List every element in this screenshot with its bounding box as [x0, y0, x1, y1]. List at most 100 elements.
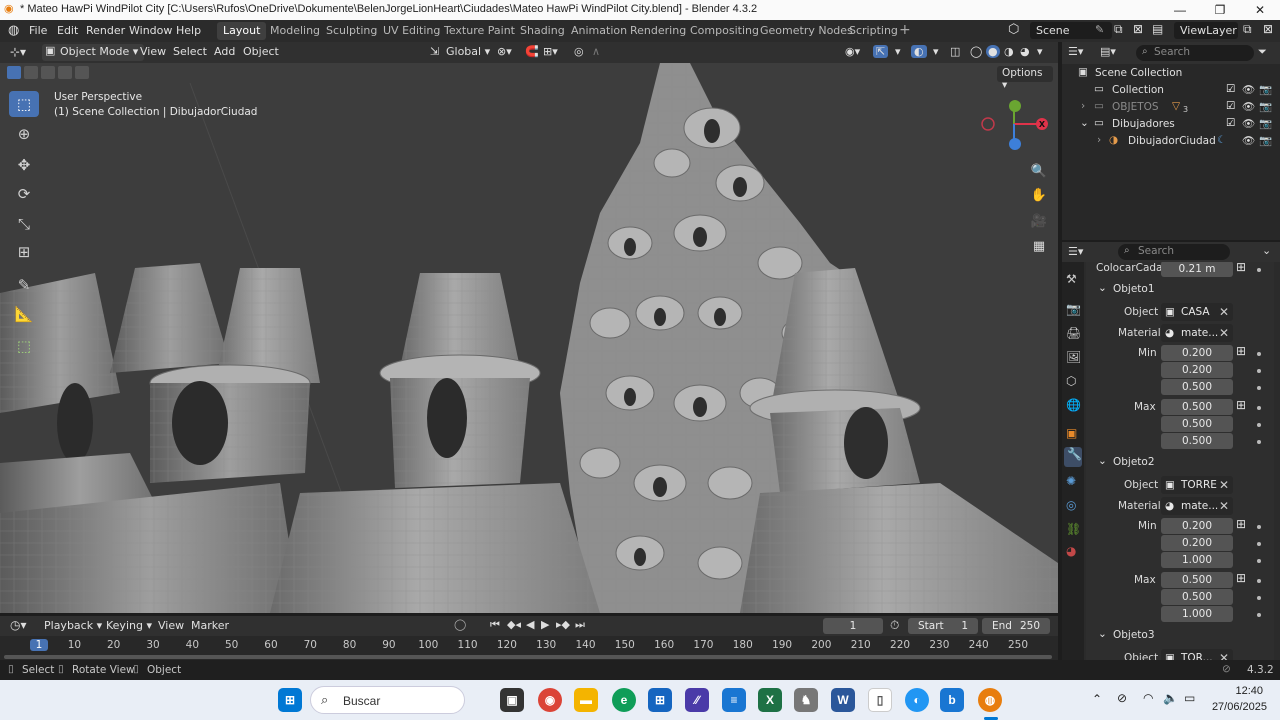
menu-edit[interactable]: Edit — [57, 24, 78, 37]
eye-icon[interactable]: 👁 — [1242, 83, 1255, 96]
options-dropdown[interactable]: Options ▾ — [997, 66, 1053, 91]
world-tab-icon[interactable]: 🌐 — [1066, 398, 1081, 412]
clock-date[interactable]: 27/06/2025 — [1205, 701, 1267, 713]
max-x-field[interactable]: 0.500 — [1161, 572, 1233, 588]
menu-keying[interactable]: Keying ▾ — [106, 619, 152, 632]
shading-dropdown-icon[interactable]: ▾ — [1037, 45, 1043, 58]
object-tab-icon[interactable]: ▣ — [1066, 426, 1077, 440]
prev-keyframe-icon[interactable]: ◆◂ — [507, 618, 521, 631]
render-camera-icon[interactable]: 📷 — [1259, 100, 1272, 113]
xray-toggle-icon[interactable]: ◫ — [950, 45, 960, 58]
menu-playback[interactable]: Playback ▾ — [44, 619, 102, 632]
tab-layout[interactable]: Layout — [217, 22, 267, 40]
keyframe-dot[interactable] — [1257, 406, 1261, 410]
jump-end-icon[interactable]: ⏭ — [575, 618, 585, 632]
excel-icon[interactable]: X — [758, 688, 782, 712]
keyframe-dot[interactable] — [1257, 542, 1261, 546]
tab-scripting[interactable]: Scripting — [843, 22, 904, 40]
measure-tool-icon[interactable]: 📐 — [9, 301, 39, 327]
start-frame-field[interactable]: Start 1 — [908, 618, 978, 634]
gizmo-neg-x-axis[interactable] — [981, 117, 995, 131]
properties-editor-type-icon[interactable]: ☰▾ — [1068, 245, 1083, 258]
render-tab-icon[interactable]: 📷 — [1066, 302, 1081, 316]
notepad-icon[interactable]: ≡ — [722, 688, 746, 712]
view-layer-tab-icon[interactable]: 🖼 — [1066, 350, 1081, 364]
current-frame-marker[interactable]: 1 — [30, 639, 48, 651]
exclude-checkbox[interactable]: ☑ — [1226, 117, 1235, 129]
keyframe-dot[interactable] — [1257, 613, 1261, 617]
keyframe-dot[interactable] — [1257, 596, 1261, 600]
current-frame-field[interactable]: 1 — [823, 618, 883, 634]
add-workspace-icon[interactable]: + — [899, 22, 911, 38]
rendered-shading-icon[interactable]: ◕ — [1020, 45, 1030, 58]
battery-icon[interactable]: ▭ — [1184, 691, 1195, 705]
render-camera-icon[interactable]: 📷 — [1259, 83, 1272, 96]
outliner-row-collection[interactable]: ▭ Collection ☑ 👁 📷 — [1062, 83, 1280, 100]
overlays-dropdown-icon[interactable]: ▾ — [933, 45, 939, 58]
blender-taskbar-icon[interactable]: ◍ — [978, 688, 1002, 712]
render-camera-icon[interactable]: 📷 — [1259, 117, 1272, 130]
visual-studio-icon[interactable]: ∕∕ — [685, 688, 709, 712]
clear-object-icon[interactable]: ✕ — [1219, 478, 1229, 492]
outliner-row-dibujadores[interactable]: ⌄ ▭ Dibujadores ☑ 👁 📷 — [1062, 117, 1280, 134]
menu-add[interactable]: Add — [214, 45, 235, 58]
play-icon[interactable]: ▶ — [541, 618, 549, 631]
view-layer-selector[interactable]: ViewLayer — [1174, 22, 1238, 39]
annotate-tool-icon[interactable]: ✎ — [9, 272, 39, 298]
editor-type-icon[interactable]: ⊹▾ — [10, 45, 26, 59]
store-icon[interactable]: ⊞ — [648, 688, 672, 712]
effects-tab-icon[interactable]: ✺ — [1066, 474, 1076, 488]
clear-material-icon[interactable]: ✕ — [1219, 499, 1229, 513]
delete-view-layer-icon[interactable]: ⊠ — [1263, 22, 1273, 36]
min-y-field[interactable]: 0.200 — [1161, 535, 1233, 551]
section-objeto2[interactable]: ⌄ Objeto2 — [1086, 453, 1274, 473]
overlays-toggle-icon[interactable]: ◐ — [911, 45, 927, 58]
minimize-button[interactable]: — — [1160, 1, 1200, 19]
outliner-row-dibujadorciudad[interactable]: › ◑ DibujadorCiudad ☾ 👁 📷 — [1062, 134, 1280, 151]
max-z-field[interactable]: 0.500 — [1161, 433, 1233, 449]
colocar-cada-field[interactable]: 0.21 m — [1161, 262, 1233, 277]
min-x-field[interactable]: 0.200 — [1161, 345, 1233, 361]
min-z-field[interactable]: 0.500 — [1161, 379, 1233, 395]
pan-hand-icon[interactable]: ✋ — [1028, 184, 1050, 206]
keyframe-dot[interactable] — [1257, 440, 1261, 444]
timeline-ruler[interactable]: 1 10 20 30 40 50 60 70 80 90 100 110 120 130 140 150 160… — [0, 636, 1058, 660]
tab-rendering[interactable]: Rendering — [624, 22, 692, 40]
clock-time[interactable]: 12:40 — [1215, 685, 1263, 697]
taskbar-search-input[interactable]: ⌕ Buscar — [310, 686, 465, 714]
menu-help[interactable]: Help — [176, 24, 201, 37]
tab-shading[interactable]: Shading — [514, 22, 571, 40]
eye-icon[interactable]: 👁 — [1242, 134, 1255, 147]
keyframe-list-icon[interactable]: ⊞ — [1236, 517, 1246, 531]
keyframe-list-icon[interactable]: ⊞ — [1236, 571, 1246, 585]
next-keyframe-icon[interactable]: ▸◆ — [556, 618, 570, 631]
restore-button[interactable]: ❐ — [1200, 1, 1240, 19]
select-subtract-icon[interactable] — [41, 66, 55, 79]
scene-tab-icon[interactable]: ⬡ — [1066, 374, 1076, 388]
end-frame-field[interactable]: End 250 — [982, 618, 1050, 634]
keyframe-dot[interactable] — [1257, 386, 1261, 390]
menu-render[interactable]: Render — [86, 24, 125, 37]
transform-tool-icon[interactable]: ⊞ — [9, 239, 39, 265]
display-mode-icon[interactable]: ▤▾ — [1100, 45, 1116, 58]
modifiers-tab-icon[interactable]: 🔧 — [1064, 447, 1082, 467]
max-x-field[interactable]: 0.500 — [1161, 399, 1233, 415]
expand-arrow-icon[interactable]: › — [1097, 134, 1101, 146]
material-tab-icon[interactable]: ◕ — [1066, 544, 1076, 558]
outliner-editor-type-icon[interactable]: ☰▾ — [1068, 45, 1083, 58]
auto-keying-icon[interactable]: ◯ — [454, 618, 466, 631]
3d-viewport[interactable]: User Perspective (1) Scene Collection | … — [0, 63, 1058, 613]
constraints-tab-icon[interactable]: ⛓ — [1066, 522, 1081, 536]
gizmo-toggle-icon[interactable]: ⇱ — [873, 45, 889, 58]
orientation-selector[interactable]: Global ▾ — [446, 45, 490, 58]
eye-icon[interactable]: 👁 — [1242, 117, 1255, 130]
output-tab-icon[interactable]: 🖨 — [1066, 326, 1081, 340]
timeline-editor-type-icon[interactable]: ◷▾ — [10, 618, 27, 632]
perspective-grid-icon[interactable]: ▦ — [1028, 235, 1050, 257]
menu-view[interactable]: View — [140, 45, 166, 58]
proportional-edit-icon[interactable]: ◎ — [574, 45, 584, 58]
gizmo-z-axis[interactable] — [1009, 138, 1021, 150]
rotate-tool-icon[interactable]: ⟳ — [9, 181, 39, 207]
pin-icon[interactable]: ✎ — [1095, 23, 1104, 36]
select-box-tool-icon[interactable]: ⬚ — [9, 91, 39, 117]
